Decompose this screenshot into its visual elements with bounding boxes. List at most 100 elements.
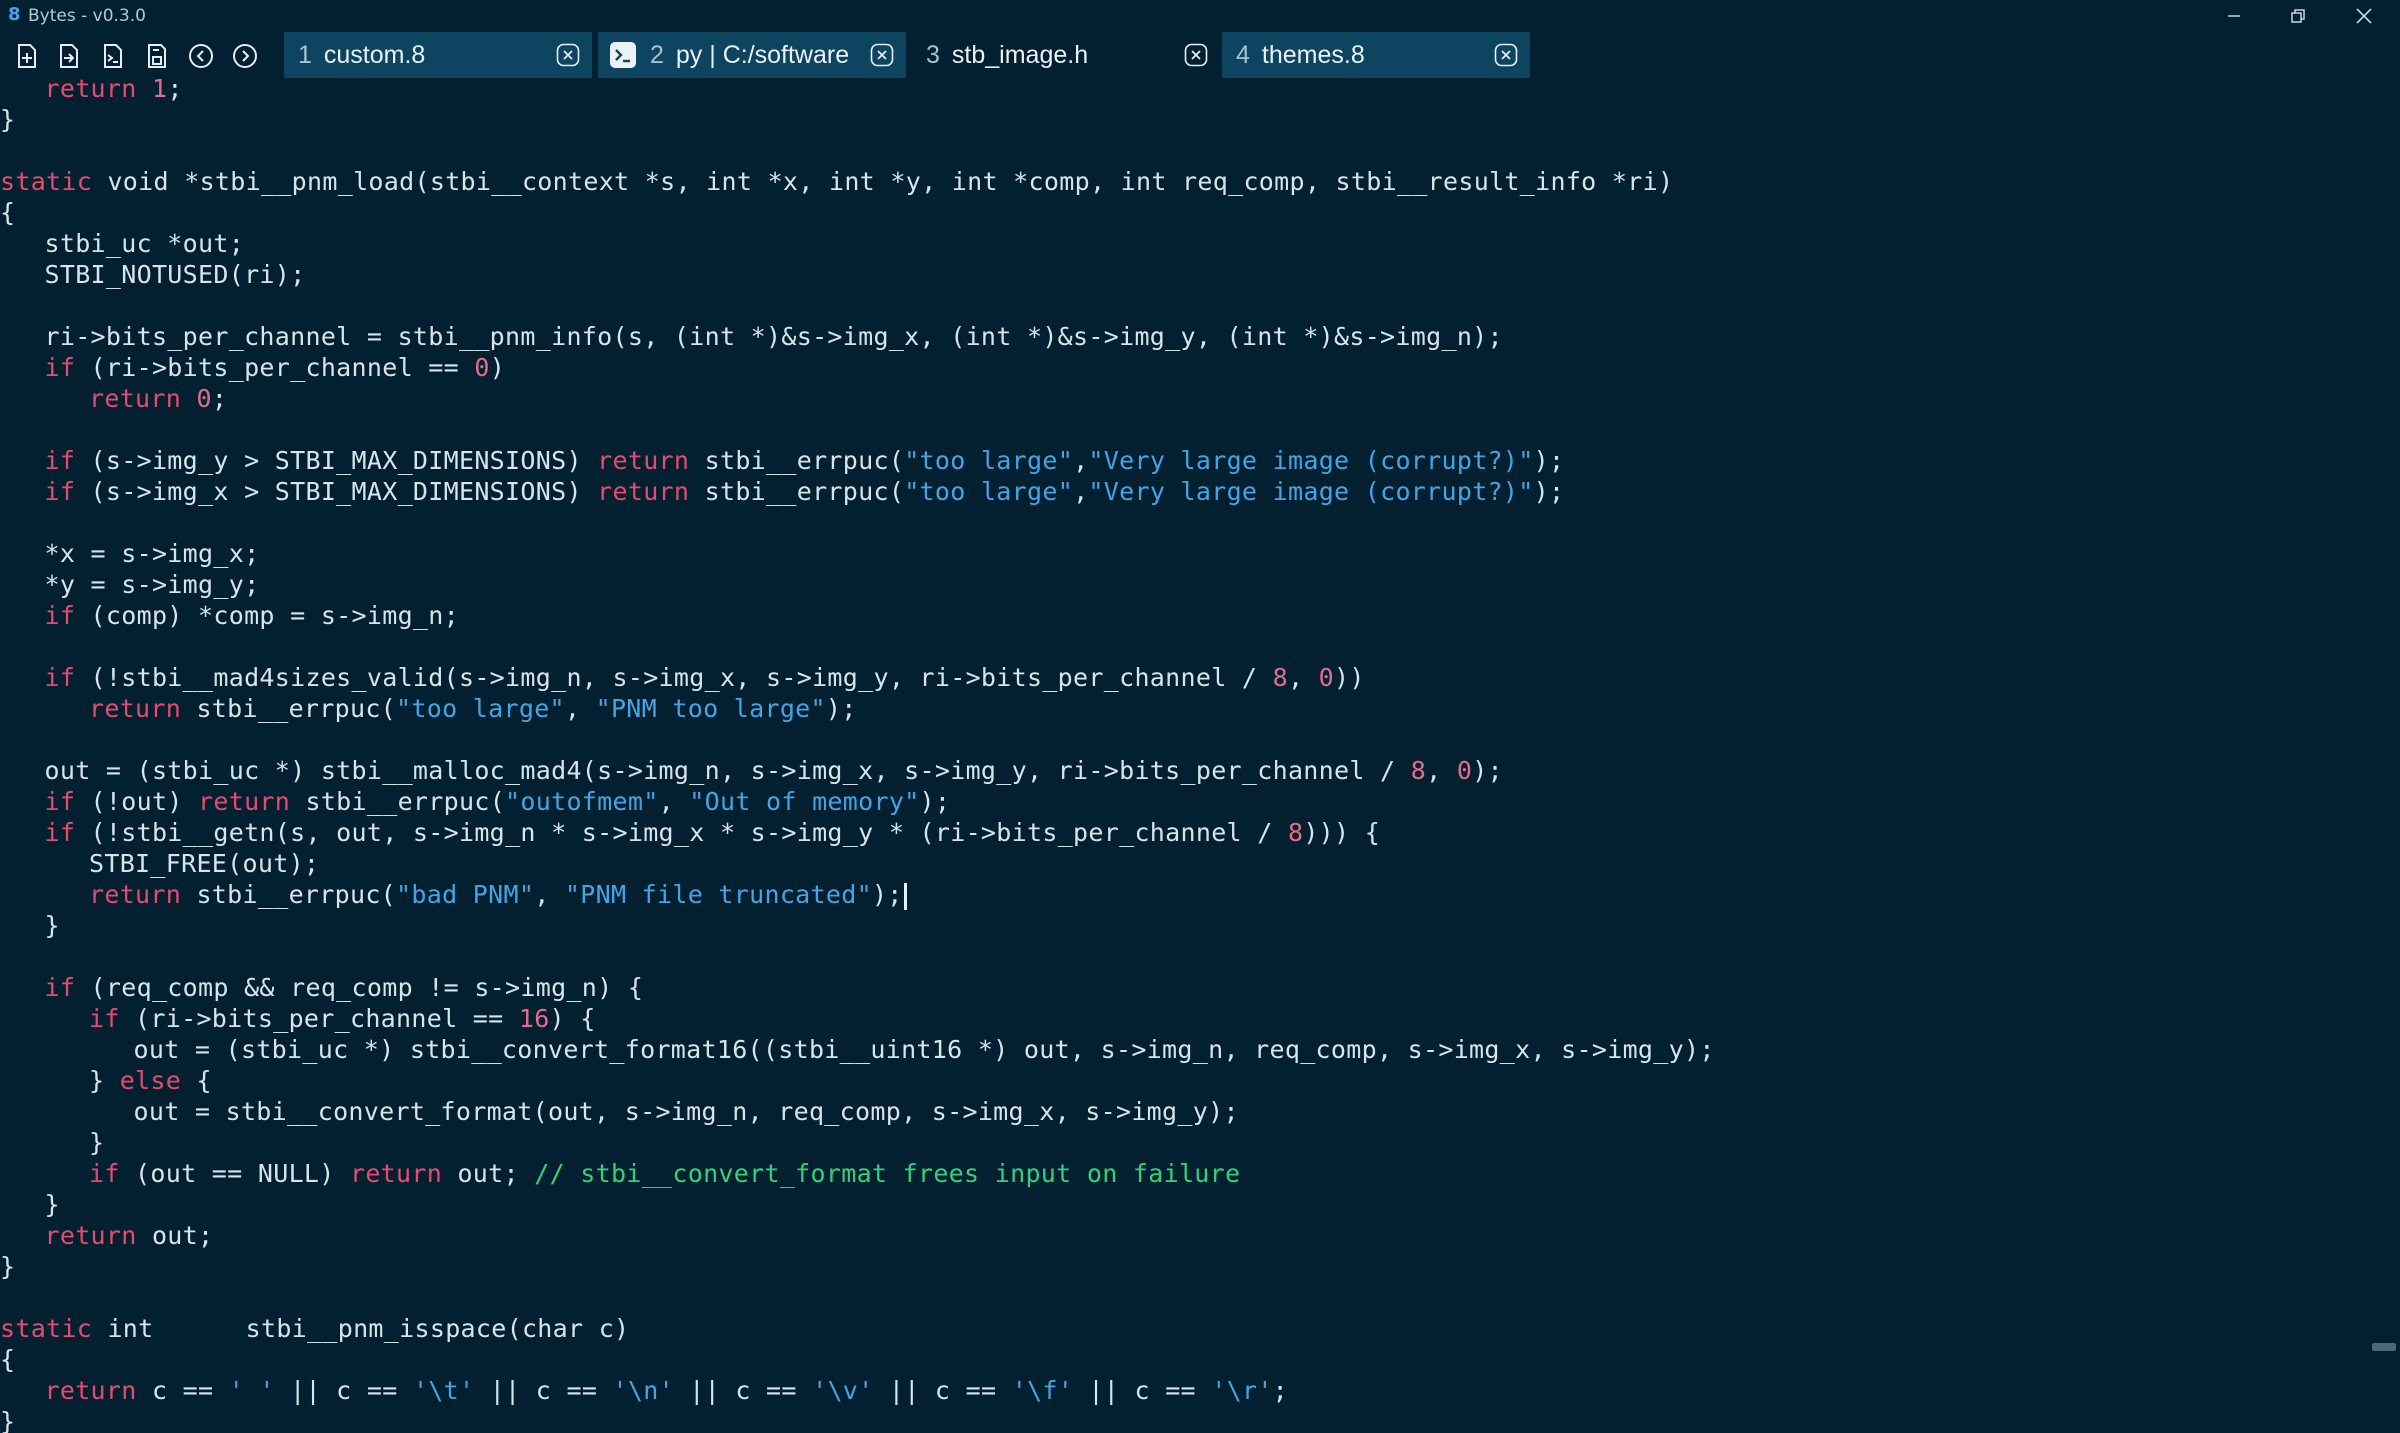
- code-line[interactable]: *y = s->img_y;: [45, 569, 260, 600]
- code-line[interactable]: return c == ' ' || c == '\t' || c == '\n…: [45, 1375, 1289, 1406]
- title-bar: 8 Bytes - v0.3.0: [0, 0, 2400, 32]
- code-token: if: [44, 973, 76, 1002]
- code-line[interactable]: return out;: [45, 1220, 214, 1251]
- code-line[interactable]: if (req_comp && req_comp != s->img_n) {: [45, 972, 644, 1003]
- code-line[interactable]: if (ri->bits_per_channel == 0): [45, 352, 506, 383]
- tab-stb-image-h[interactable]: 3 stb_image.h: [912, 32, 1220, 78]
- window-title: Bytes - v0.3.0: [28, 6, 146, 26]
- code-token: 1: [151, 74, 168, 103]
- code-token: if: [44, 446, 76, 475]
- code-token: if: [89, 1159, 120, 1188]
- code-editor[interactable]: return 1;} static void *stbi__pnm_load(st…: [0, 73, 2400, 1433]
- code-line[interactable]: out = stbi__convert_format(out, s->img_n…: [134, 1096, 1239, 1127]
- code-line[interactable]: if (comp) *comp = s->img_n;: [45, 600, 460, 631]
- code-line[interactable]: if (s->img_y > STBI_MAX_DIMENSIONS) retu…: [45, 445, 1565, 476]
- code-token: );: [871, 880, 903, 909]
- code-line[interactable]: }: [0, 1251, 15, 1282]
- code-token: }: [89, 1066, 120, 1095]
- code-token: ,: [564, 694, 596, 723]
- code-token: return: [597, 477, 690, 506]
- code-line[interactable]: static int stbi__pnm_isspace(char c): [0, 1313, 629, 1344]
- minimize-button[interactable]: [2202, 0, 2266, 32]
- code-token: 8: [1287, 818, 1304, 847]
- code-line[interactable]: static void *stbi__pnm_load(stbi__contex…: [0, 166, 1673, 197]
- scrollbar-thumb[interactable]: [2372, 1343, 2396, 1351]
- code-token: 8: [1272, 663, 1288, 692]
- tab-close-icon[interactable]: [1494, 43, 1518, 67]
- code-line[interactable]: {: [0, 197, 15, 228]
- code-line[interactable]: out = (stbi_uc *) stbi__convert_format16…: [134, 1034, 1715, 1065]
- tab-label: custom.8: [323, 40, 426, 69]
- code-line[interactable]: } else {: [89, 1065, 212, 1096]
- restore-icon: [2291, 9, 2305, 23]
- code-token: 0: [1318, 663, 1335, 692]
- back-button[interactable]: [184, 39, 218, 73]
- code-line[interactable]: if (!stbi__getn(s, out, s->img_n * s->im…: [45, 817, 1381, 848]
- code-line[interactable]: {: [0, 1344, 15, 1375]
- code-line[interactable]: if (ri->bits_per_channel == 16) {: [89, 1003, 596, 1034]
- code-line[interactable]: }: [89, 1127, 104, 1158]
- close-window-button[interactable]: [2332, 0, 2396, 32]
- code-line[interactable]: }: [45, 1189, 60, 1220]
- code-line[interactable]: return 0;: [89, 383, 227, 414]
- code-line[interactable]: STBI_NOTUSED(ri);: [45, 259, 306, 290]
- code-token: return: [44, 1221, 137, 1250]
- tab-label: stb_image.h: [951, 40, 1089, 69]
- code-token: );: [1472, 756, 1503, 785]
- code-line[interactable]: ri->bits_per_channel = stbi__pnm_info(s,…: [45, 321, 1503, 352]
- code-token: ,: [658, 787, 690, 816]
- new-terminal-icon: [104, 44, 122, 68]
- new-file-button[interactable]: [10, 39, 44, 73]
- code-token: return: [198, 787, 291, 816]
- tab-number: 4: [1236, 40, 1250, 69]
- code-token: "PNM file truncated": [564, 880, 872, 909]
- code-line[interactable]: return stbi__errpuc("too large", "PNM to…: [89, 693, 857, 724]
- new-terminal-button[interactable]: [96, 39, 130, 73]
- code-line[interactable]: if (!stbi__mad4sizes_valid(s->img_n, s->…: [45, 662, 1365, 693]
- code-token: out = stbi__convert_format(out, s->img_n…: [133, 1097, 1239, 1126]
- code-token: if: [44, 663, 76, 692]
- code-token: (!stbi__mad4sizes_valid(s->img_n, s->img…: [75, 663, 1273, 692]
- code-token: || c ==: [873, 1376, 1012, 1405]
- code-line[interactable]: return 1;: [45, 73, 183, 104]
- code-line[interactable]: if (!out) return stbi__errpuc("outofmem"…: [45, 786, 951, 817]
- code-token: if: [44, 787, 76, 816]
- code-token: if: [44, 818, 76, 847]
- code-token: {: [0, 1345, 16, 1374]
- tab-label: py | C:/software: [675, 40, 850, 69]
- code-token: ) {: [549, 1004, 596, 1033]
- code-token: ,: [1073, 477, 1089, 506]
- code-token: stbi__errpuc(: [689, 477, 905, 506]
- new-file-icon: [18, 44, 36, 68]
- code-line[interactable]: }: [45, 910, 60, 941]
- code-line[interactable]: return stbi__errpuc("bad PNM", "PNM file…: [89, 879, 907, 910]
- code-token: (ri->bits_per_channel ==: [119, 1004, 519, 1033]
- open-file-button[interactable]: [52, 39, 86, 73]
- code-line[interactable]: *x = s->img_x;: [45, 538, 260, 569]
- tab-close-icon[interactable]: [1184, 43, 1208, 67]
- code-line[interactable]: }: [0, 104, 15, 135]
- code-line[interactable]: out = (stbi_uc *) stbi__malloc_mad4(s->i…: [45, 755, 1503, 786]
- forward-button[interactable]: [228, 39, 262, 73]
- tab-terminal[interactable]: 2 py | C:/software: [598, 32, 906, 78]
- code-token: static: [0, 167, 93, 196]
- code-line[interactable]: if (out == NULL) return out; // stbi__co…: [89, 1158, 1240, 1189]
- restore-button[interactable]: [2266, 0, 2330, 32]
- tab-themes-8[interactable]: 4 themes.8: [1222, 32, 1530, 78]
- code-line[interactable]: STBI_FREE(out);: [89, 848, 319, 879]
- code-token: )): [1334, 663, 1365, 692]
- code-line[interactable]: stbi_uc *out;: [45, 228, 245, 259]
- tab-close-icon[interactable]: [870, 43, 894, 67]
- code-token: "Very large image (corrupt?)": [1088, 446, 1534, 475]
- code-token: }: [44, 911, 60, 940]
- code-token: stbi__errpuc(: [290, 787, 506, 816]
- open-file-icon: [60, 44, 78, 68]
- tab-close-icon[interactable]: [556, 43, 580, 67]
- code-line[interactable]: if (s->img_x > STBI_MAX_DIMENSIONS) retu…: [45, 476, 1565, 507]
- code-token: if: [44, 353, 76, 382]
- save-button[interactable]: [140, 39, 174, 73]
- code-line[interactable]: }: [0, 1406, 15, 1433]
- code-token: if: [44, 601, 76, 630]
- tab-custom-8[interactable]: 1 custom.8: [284, 32, 592, 78]
- code-token: (!stbi__getn(s, out, s->img_n * s->img_x…: [75, 818, 1288, 847]
